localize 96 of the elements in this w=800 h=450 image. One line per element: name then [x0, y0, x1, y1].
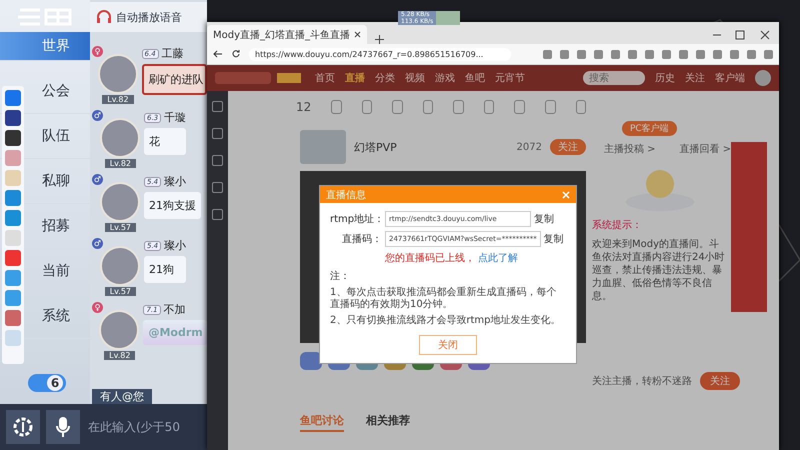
level-label: Lv.82 [104, 351, 136, 360]
tool-icon[interactable] [545, 100, 556, 114]
chat-message: 21狗支援 [144, 192, 201, 219]
system-notice-label: 系统提示： [592, 218, 643, 232]
task-count: 12 [296, 100, 312, 114]
avatar[interactable] [100, 118, 140, 158]
microphone-icon [55, 415, 71, 439]
close-button[interactable]: 关闭 [419, 335, 477, 355]
close-icon[interactable] [354, 31, 362, 38]
microphone-button[interactable] [46, 410, 80, 444]
site-nav-link[interactable]: 分类 [375, 71, 395, 85]
header-link[interactable]: 客户端 [715, 71, 745, 85]
follow-button[interactable]: 关注 [700, 372, 740, 390]
gender-badge: ♂ [92, 110, 103, 121]
chat-channel-tab[interactable]: 世界 [0, 32, 90, 61]
sidebar-icon[interactable] [212, 182, 223, 193]
level-label: Lv.57 [104, 287, 136, 296]
gender-badge: ♀ [92, 46, 103, 57]
reload-icon[interactable] [231, 49, 241, 59]
status-text: 您的直播码已上线， [385, 252, 475, 265]
panel-link[interactable]: 直播回看 > [680, 142, 732, 156]
avatar[interactable] [100, 246, 140, 286]
follow-prompt: 关注主播，转粉不迷路 [592, 374, 692, 388]
follow-button[interactable]: 关注 [550, 139, 586, 155]
tool-icon[interactable] [514, 100, 525, 114]
room-title: 幻塔PVP [354, 140, 397, 154]
chat-message: @Modrm [143, 320, 207, 345]
sidebar-icon[interactable] [212, 101, 223, 112]
back-icon[interactable] [213, 49, 223, 59]
site-nav-link[interactable]: 视频 [405, 71, 425, 85]
player-name: 千璇 [164, 110, 186, 125]
content-tab[interactable]: 鱼吧讨论 [300, 413, 344, 432]
note-text: 2、只有切换推流线路才会导致rtmp地址发生变化。 [330, 315, 562, 327]
auto-voice-toggle[interactable]: 自动播放语音 [90, 2, 207, 32]
dialog-title: 直播信息 [326, 188, 366, 202]
search-field[interactable]: 搜索 [583, 71, 645, 85]
sidebar-icon[interactable] [212, 155, 223, 166]
chat-message: 花 [144, 128, 186, 155]
header-link[interactable]: 关注 [685, 71, 705, 85]
player-name: 工藤 [162, 46, 184, 61]
gift-icon[interactable] [300, 352, 322, 370]
level-label: Lv.82 [102, 95, 134, 104]
cpu-meter [436, 11, 460, 25]
copy-link[interactable]: 复制 [544, 232, 564, 246]
player-name: 璨小 [164, 238, 186, 253]
address-bar[interactable]: https://www.douyu.com/24737667_r=0.898651516709... [249, 48, 511, 60]
site-nav-link[interactable]: 游戏 [435, 71, 455, 85]
app-icon[interactable] [5, 110, 21, 126]
tool-icon[interactable] [576, 100, 586, 114]
new-tab-icon[interactable] [375, 35, 384, 44]
site-nav-link[interactable]: 首页 [315, 71, 335, 85]
avatar[interactable] [99, 310, 140, 350]
note-title: 注： [330, 270, 351, 283]
gender-badge: ♂ [92, 174, 103, 185]
learn-more-link[interactable]: 点此了解 [478, 251, 518, 265]
tool-icon[interactable] [362, 100, 372, 114]
player-name: 璨小 [164, 174, 186, 189]
level-label: Lv.82 [104, 159, 136, 168]
pc-client-button[interactable]: PC客户端 [622, 121, 677, 136]
sidebar-icon[interactable] [212, 128, 223, 139]
tool-icon[interactable] [331, 100, 342, 114]
room-thumbnail [300, 130, 346, 164]
headphones-icon [96, 10, 112, 24]
field-label: 直播码： [341, 232, 382, 246]
settings-button[interactable] [6, 410, 40, 444]
avatar[interactable] [100, 182, 140, 222]
gender-badge: ♂ [92, 238, 103, 249]
chat-message: 21狗 [144, 256, 186, 283]
system-notice: 欢迎来到Mody的直播间。斗鱼依法对直播内容进行24小时巡查，禁止传播违法违规、暴力血腥、低俗色情等不良信息。 [592, 238, 726, 303]
user-avatar[interactable] [755, 70, 771, 86]
counter-toggle[interactable]: 6 [28, 374, 66, 392]
player-name: 不加 [164, 302, 186, 317]
site-nav-link[interactable]: 元宵节 [495, 71, 525, 85]
header-link[interactable]: 历史 [655, 71, 675, 85]
follower-count: 2072 [516, 142, 542, 152]
field-label: rtmp地址： [330, 212, 382, 226]
content-tab[interactable]: 相关推荐 [366, 413, 410, 432]
settings-icon [11, 415, 35, 439]
chat-message: 刷矿的进队 [142, 64, 207, 95]
tool-icon[interactable] [422, 100, 434, 114]
tool-icon[interactable] [453, 100, 464, 114]
avatar[interactable] [98, 54, 138, 94]
level-label: Lv.57 [104, 223, 136, 232]
site-nav-link[interactable]: 直播 [345, 71, 365, 85]
tool-icon[interactable] [484, 100, 494, 114]
tool-icon[interactable] [392, 100, 403, 114]
mention-notice[interactable]: 有人@您 [92, 389, 152, 404]
panel-link[interactable]: 主播投稿 > [604, 142, 656, 156]
copy-link[interactable]: 复制 [534, 212, 554, 226]
site-nav-link[interactable]: 鱼吧 [465, 71, 485, 85]
chat-input-field[interactable]: 在此输入(少于50 [86, 420, 207, 434]
app-icon[interactable] [5, 130, 21, 146]
note-text: 1、每次点击获取推流码都会重新生成直播码，每个直播码的有效期为10分钟。 [330, 287, 558, 311]
gender-badge: ♀ [92, 302, 103, 313]
browser-tab[interactable]: Mody直播_幻塔直播_斗鱼直播 [207, 25, 368, 44]
sidebar-icon[interactable] [212, 209, 223, 220]
